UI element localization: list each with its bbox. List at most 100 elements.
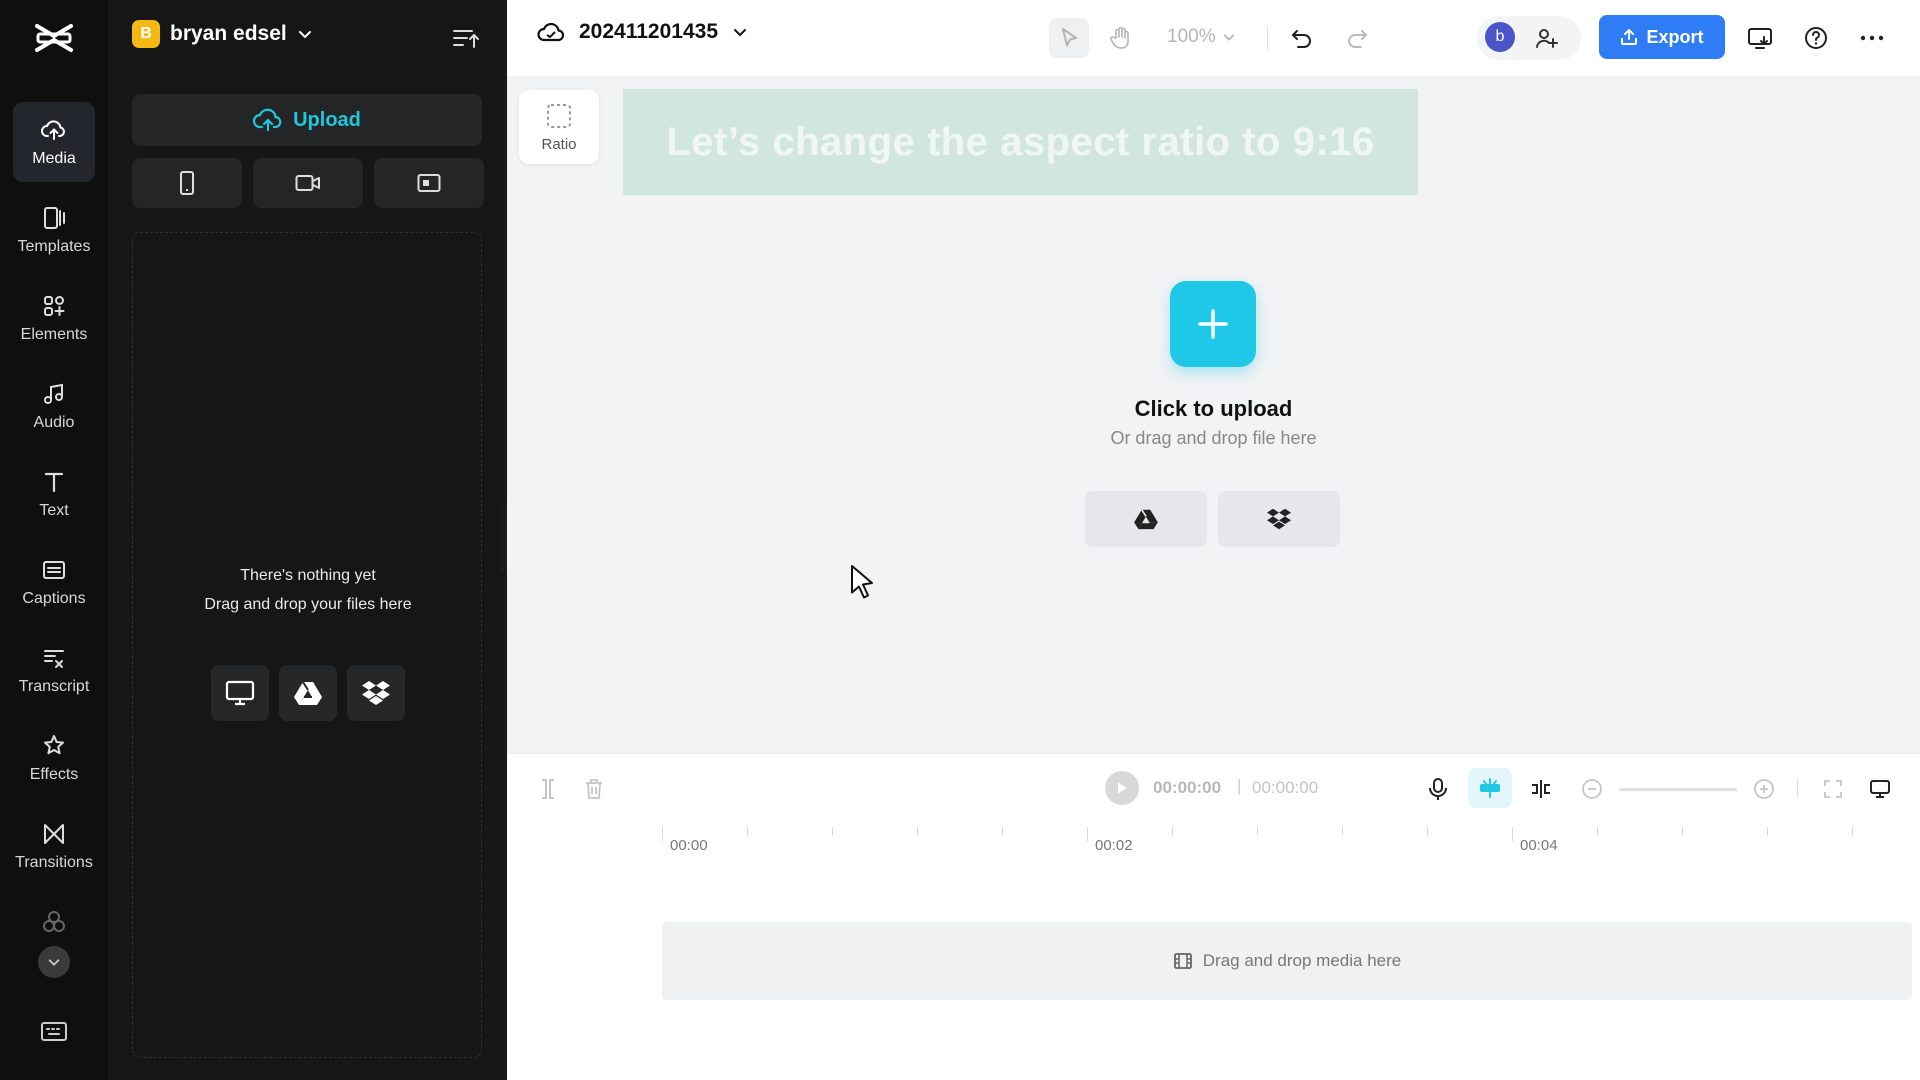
google-drive-icon [1134, 509, 1158, 530]
monitor-download-icon [1748, 28, 1772, 49]
rail-item-captions[interactable]: Captions [13, 542, 95, 622]
left-rail: Media Templates Elements Audio Text Capt… [0, 0, 108, 1080]
dropbox-icon [362, 681, 390, 705]
rail-item-transcript[interactable]: Transcript [13, 630, 95, 710]
timeline[interactable]: 00:00 00:02 00:04 Drag and drop media here [507, 821, 1920, 1080]
auto-snap-button[interactable] [1468, 768, 1512, 808]
rail-item-media[interactable]: Media [13, 102, 95, 182]
magnet-snap-icon [1480, 778, 1500, 798]
zoom-in-button[interactable] [1747, 772, 1781, 806]
google-drive-button[interactable] [279, 665, 337, 721]
ruler-tick [1512, 827, 1513, 841]
mouse-cursor-icon [850, 564, 876, 605]
ruler-minor-tick [1852, 827, 1853, 835]
phone-icon [180, 171, 194, 195]
elements-icon [44, 296, 65, 316]
media-dropzone[interactable]: There's nothing yet Drag and drop your f… [132, 232, 482, 1058]
play-button[interactable] [1105, 771, 1139, 805]
capcut-logo-icon[interactable] [32, 18, 76, 58]
delete-button[interactable] [577, 772, 611, 806]
project-title-menu[interactable]: 202411201435 [537, 20, 748, 44]
zoom-out-button[interactable] [1575, 772, 1609, 806]
hand-tool-button[interactable] [1101, 18, 1141, 58]
dropbox-button[interactable] [1218, 491, 1340, 547]
rail-item-audio[interactable]: Audio [13, 366, 95, 446]
zoom-in-icon [1754, 779, 1774, 799]
transitions-icon [44, 824, 64, 844]
split-scene-button[interactable] [1524, 772, 1558, 806]
monitor-icon [1870, 780, 1890, 798]
sort-menu-icon[interactable] [450, 24, 480, 52]
chevron-down-icon [298, 31, 311, 39]
help-icon [1805, 27, 1827, 49]
ruler-minor-tick [917, 827, 918, 835]
rail-label: Elements [20, 326, 88, 343]
upload-button[interactable]: Upload [132, 94, 482, 146]
help-button[interactable] [1796, 18, 1836, 58]
upload-label: Upload [293, 108, 361, 131]
present-button[interactable] [1740, 18, 1780, 58]
account-switcher[interactable]: B bryan edsel [132, 20, 313, 48]
media-panel: B bryan edsel Upload There's nothing yet… [108, 0, 506, 1080]
ratio-label: Ratio [541, 135, 577, 153]
screen-record-button[interactable] [374, 158, 484, 208]
invite-button[interactable] [1527, 18, 1567, 58]
google-drive-button[interactable] [1085, 491, 1207, 547]
rail-label: Transitions [15, 854, 93, 871]
text-icon [44, 472, 64, 493]
effects-icon [44, 735, 64, 755]
video-camera-icon [295, 175, 320, 191]
ruler-minor-tick [1257, 827, 1258, 835]
rail-label: Effects [29, 766, 79, 783]
dropbox-button[interactable] [347, 665, 405, 721]
timeline-toolbar: 00:00:00 | 00:00:00 [507, 753, 1920, 821]
rail-item-effects[interactable]: Effects [13, 718, 95, 798]
select-tool-button[interactable] [1049, 18, 1089, 58]
track-dropzone[interactable]: Drag and drop media here [662, 922, 1912, 1000]
hand-icon [1110, 26, 1129, 49]
monitor-icon [225, 680, 255, 706]
play-icon [1118, 782, 1127, 794]
timeline-zoom-slider[interactable] [1619, 788, 1737, 791]
add-media-button[interactable] [1170, 281, 1256, 367]
plugins-icon[interactable] [40, 908, 68, 936]
ratio-button[interactable]: Ratio [519, 90, 599, 164]
undo-button[interactable] [1282, 18, 1322, 58]
pointer-icon [1062, 28, 1077, 47]
upload-title[interactable]: Click to upload [507, 396, 1920, 422]
local-upload-button[interactable] [211, 665, 269, 721]
toolbar-divider [1797, 778, 1798, 798]
rail-item-templates[interactable]: Templates [13, 190, 95, 270]
rail-item-elements[interactable]: Elements [13, 278, 95, 358]
split-icon [542, 779, 554, 799]
rail-label: Templates [17, 238, 91, 255]
keyboard-icon[interactable] [40, 1020, 68, 1044]
fit-timeline-button[interactable] [1816, 772, 1850, 806]
redo-button[interactable] [1337, 18, 1377, 58]
phone-upload-button[interactable] [132, 158, 242, 208]
chevron-down-icon[interactable] [38, 946, 70, 978]
timeline-settings-button[interactable] [1863, 772, 1897, 806]
avatar[interactable]: b [1485, 22, 1515, 52]
zoom-out-icon [1582, 779, 1602, 799]
ruler-minor-tick [1002, 827, 1003, 835]
track-drop-label: Drag and drop media here [1202, 951, 1402, 970]
add-user-icon [1536, 29, 1558, 48]
voiceover-button[interactable] [1421, 772, 1455, 806]
rail-label: Media [32, 150, 76, 167]
project-name: 202411201435 [579, 20, 718, 43]
empty-state-title: There's nothing yet [240, 567, 376, 584]
rail-label: Audio [33, 414, 75, 431]
more-options-button[interactable] [1852, 18, 1892, 58]
record-button[interactable] [253, 158, 363, 208]
empty-state-subtitle: Drag and drop your files here [204, 596, 412, 613]
ruler-minor-tick [832, 827, 833, 835]
ruler-label: 00:00 [670, 837, 708, 854]
split-button[interactable] [531, 772, 565, 806]
cloud-upload-icon [41, 120, 65, 140]
rail-item-transitions[interactable]: Transitions [13, 806, 95, 886]
zoom-select[interactable]: 100% [1167, 26, 1236, 48]
rail-label: Text [39, 502, 69, 519]
rail-item-text[interactable]: Text [13, 454, 95, 534]
export-button[interactable]: Export [1599, 15, 1725, 59]
